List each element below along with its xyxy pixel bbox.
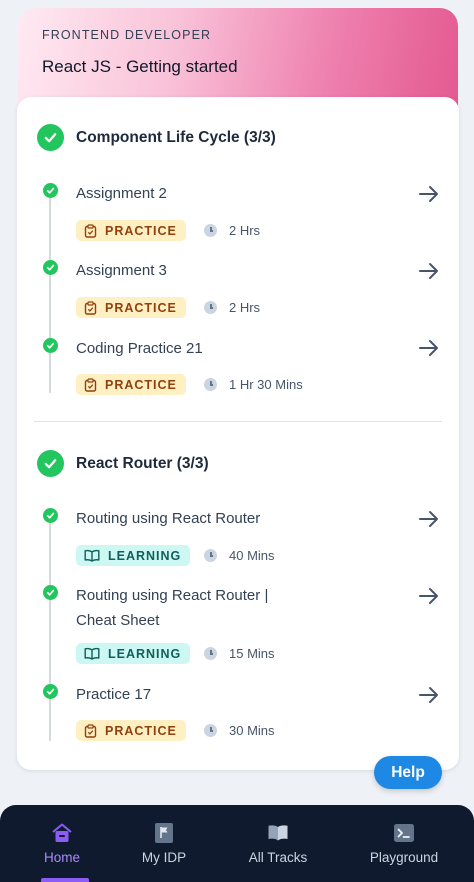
flag-document-icon (155, 823, 173, 843)
timeline-line (49, 523, 51, 741)
arrow-right-icon[interactable] (418, 586, 440, 606)
track-label: FRONTEND DEVELOPER (42, 28, 212, 42)
section-title: Component Life Cycle (3/3) (76, 129, 276, 146)
terminal-icon (394, 824, 414, 842)
active-tab-indicator (41, 878, 89, 882)
nav-label: My IDP (141, 850, 187, 865)
clock-icon (204, 378, 217, 391)
course-title: React JS - Getting started (42, 57, 238, 76)
clipboard-icon (84, 377, 97, 392)
home-icon (52, 823, 72, 842)
book-icon (84, 647, 100, 660)
badge-label: LEARNING (108, 646, 182, 661)
clipboard-icon (84, 723, 97, 738)
practice-badge: PRACTICE (76, 220, 186, 241)
item-title-line[interactable]: Cheat Sheet (76, 608, 159, 633)
item-complete-check-icon (43, 585, 58, 600)
item-complete-check-icon (43, 260, 58, 275)
practice-badge: PRACTICE (76, 374, 186, 395)
badge-label: LEARNING (108, 548, 182, 563)
duration-text: 1 Hr 30 Mins (229, 377, 303, 392)
badge-label: PRACTICE (105, 300, 177, 315)
item-title-line[interactable]: Routing using React Router | (76, 583, 268, 608)
badge-label: PRACTICE (105, 377, 177, 392)
clock-icon (204, 301, 217, 314)
duration-text: 2 Hrs (229, 223, 261, 238)
item-title[interactable]: Routing using React Router (76, 506, 260, 531)
nav-label: All Tracks (248, 850, 308, 865)
duration-text: 2 Hrs (229, 300, 261, 315)
badge-label: PRACTICE (105, 223, 177, 238)
arrow-right-icon[interactable] (418, 509, 440, 529)
clock-icon (204, 647, 217, 660)
duration-text: 15 Mins (229, 646, 275, 661)
clipboard-icon (84, 223, 97, 238)
item-complete-check-icon (43, 508, 58, 523)
arrow-right-icon[interactable] (418, 685, 440, 705)
badge-label: PRACTICE (105, 723, 177, 738)
arrow-right-icon[interactable] (418, 184, 440, 204)
duration-text: 40 Mins (229, 548, 275, 563)
bottom-nav: Home My IDP All Tracks Playground (0, 805, 474, 882)
nav-item-my-idp[interactable]: My IDP (105, 805, 223, 882)
practice-badge: PRACTICE (76, 297, 186, 318)
item-title[interactable]: Coding Practice 21 (76, 336, 203, 361)
clock-icon (204, 224, 217, 237)
nav-label: Playground (369, 850, 439, 865)
section-divider (34, 421, 442, 422)
nav-item-playground[interactable]: Playground (345, 805, 463, 882)
section-complete-check-icon (37, 124, 64, 151)
practice-badge: PRACTICE (76, 720, 186, 741)
nav-item-home[interactable]: Home (3, 805, 121, 882)
item-title[interactable]: Practice 17 (76, 682, 151, 707)
section-title: React Router (3/3) (76, 455, 209, 472)
item-complete-check-icon (43, 684, 58, 699)
nav-item-all-tracks[interactable]: All Tracks (219, 805, 337, 882)
clock-icon (204, 724, 217, 737)
item-complete-check-icon (43, 183, 58, 198)
arrow-right-icon[interactable] (418, 338, 440, 358)
arrow-right-icon[interactable] (418, 261, 440, 281)
nav-label: Home (43, 850, 80, 865)
timeline-line (49, 198, 51, 393)
item-title[interactable]: Assignment 3 (76, 258, 167, 283)
help-button[interactable]: Help (374, 756, 442, 789)
learning-badge: LEARNING (76, 643, 191, 664)
clock-icon (204, 549, 217, 562)
item-complete-check-icon (43, 338, 58, 353)
duration-text: 30 Mins (229, 723, 275, 738)
learning-badge: LEARNING (76, 545, 191, 566)
item-title[interactable]: Assignment 2 (76, 181, 167, 206)
section-complete-check-icon (37, 450, 64, 477)
book-icon (84, 549, 100, 562)
clipboard-icon (84, 300, 97, 315)
book-open-icon (268, 825, 288, 841)
